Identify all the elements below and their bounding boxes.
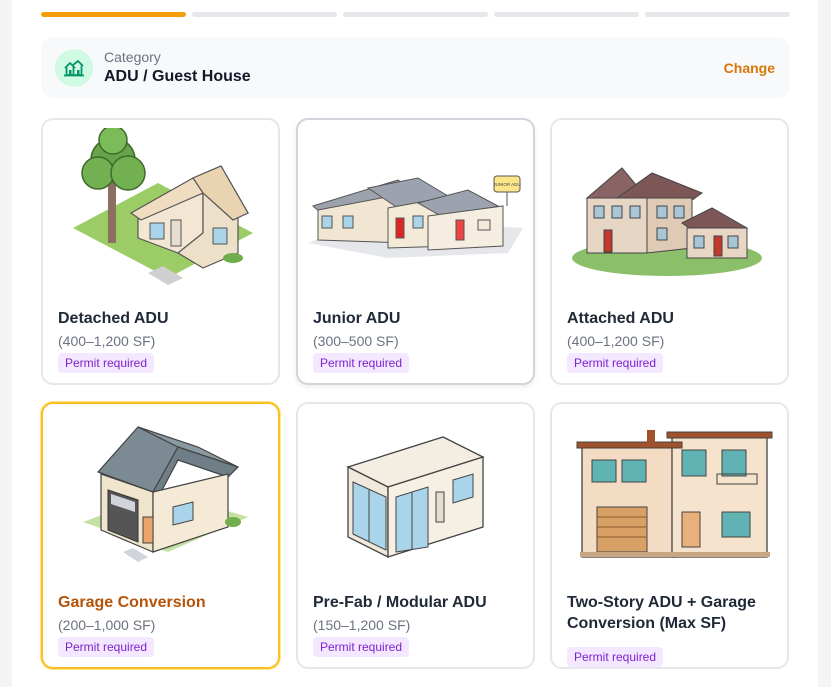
progress-step-4 [494,12,639,17]
permit-badge: Permit required [58,637,155,657]
option-card-detached-adu[interactable]: Detached ADU (400–1,200 SF) Permit requi… [41,118,280,385]
permit-badge: Permit required [313,353,410,373]
option-size: (300–500 SF) [313,333,399,349]
progress-step-2 [192,12,337,17]
option-size: (400–1,200 SF) [58,333,156,349]
permit-badge: Permit required [58,353,155,373]
permit-badge: Permit required [567,647,664,667]
category-value: ADU / Guest House [104,67,251,85]
progress-bar [41,12,790,17]
junior-adu-illustration: JUNIOR ADU [308,175,523,258]
option-title: Detached ADU [58,310,169,327]
junior-adu-sign: JUNIOR ADU [493,182,520,187]
progress-step-3 [343,12,488,17]
option-card-prefab-modular-adu[interactable]: Pre-Fab / Modular ADU (150–1,200 SF) Per… [296,402,535,669]
option-title: Two-Story ADU + Garage Conversion (Max S… [567,594,756,632]
option-card-two-story-adu-garage[interactable]: Two-Story ADU + Garage Conversion (Max S… [550,402,789,669]
progress-step-5 [645,12,790,17]
option-title: Junior ADU [313,310,401,327]
option-size: (400–1,200 SF) [567,333,665,349]
two-story-adu-illustration [576,430,773,558]
option-card-garage-conversion[interactable]: Garage Conversion (200–1,000 SF) Permit … [41,402,280,669]
option-title: Attached ADU [567,310,674,327]
permit-badge: Permit required [313,637,410,657]
prefab-modular-adu-illustration [346,436,485,559]
option-card-attached-adu[interactable]: Attached ADU (400–1,200 SF) Permit requi… [550,118,789,385]
attached-adu-illustration [572,167,762,276]
category-summary: Category ADU / Guest House Change [41,37,790,98]
option-title: Garage Conversion [58,594,206,611]
detached-adu-illustration [73,128,253,285]
progress-step-1 [41,12,186,17]
option-card-junior-adu[interactable]: JUNIOR ADU Junior ADU (300–500 SF) Permi… [296,118,535,385]
house-icon [55,48,93,87]
option-size: (150–1,200 SF) [313,617,411,633]
change-category-button[interactable]: Change [724,60,775,76]
option-title: Pre-Fab / Modular ADU [313,594,487,611]
category-label: Category [104,48,161,65]
garage-conversion-illustration [83,426,248,562]
permit-badge: Permit required [567,353,664,373]
option-size: (200–1,000 SF) [58,617,156,633]
